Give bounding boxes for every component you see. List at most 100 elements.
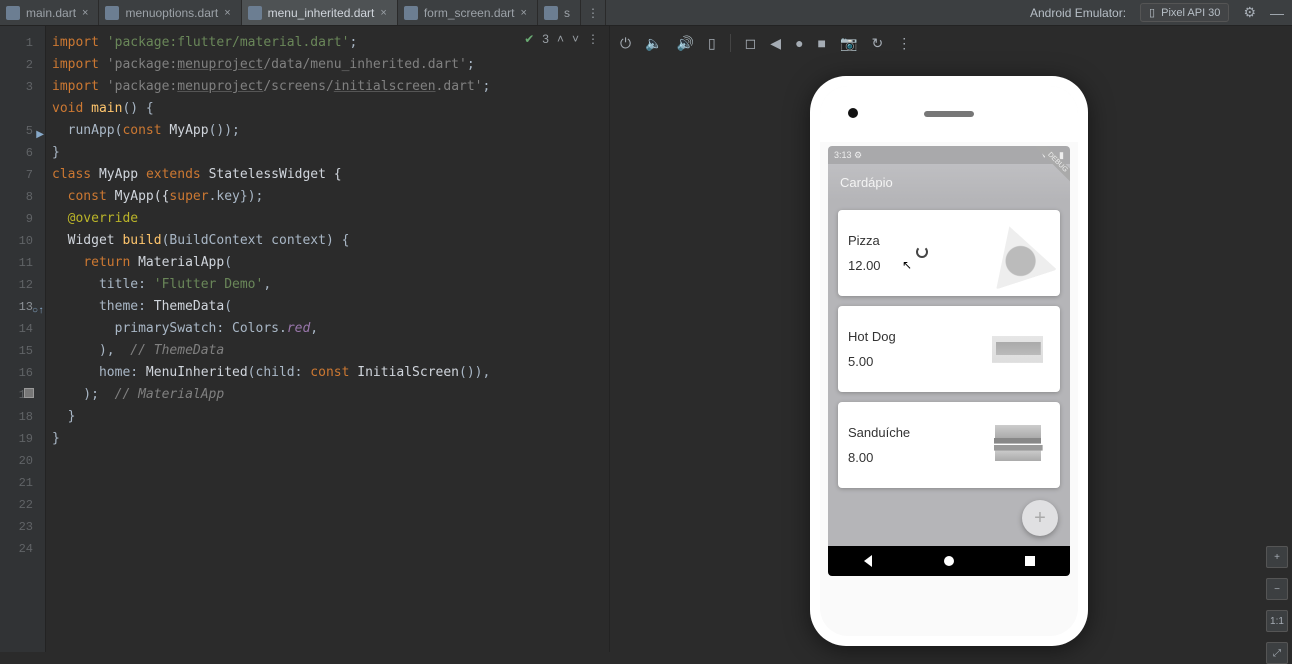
close-icon[interactable]: × xyxy=(380,7,386,19)
device-picker[interactable]: ▯ Pixel API 30 xyxy=(1140,3,1229,22)
power-icon[interactable]: ⏻ xyxy=(620,35,631,52)
more-icon[interactable]: ⋮ xyxy=(587,32,599,46)
color-swatch-gutter-icon[interactable] xyxy=(24,388,34,398)
zoom-in-button[interactable]: + xyxy=(1266,546,1288,568)
menu-item-name: Pizza xyxy=(848,233,881,248)
menu-item-name: Hot Dog xyxy=(848,329,896,344)
menu-item-price: 5.00 xyxy=(848,354,896,369)
line-number: 5▶ xyxy=(0,120,45,142)
tab-menu-inherited[interactable]: menu_inherited.dart × xyxy=(242,0,398,25)
device-frame: 3:13 ⚙ ▾ ▴ ▮ Cardápio DEBUG xyxy=(810,76,1088,646)
check-icon: ✔ xyxy=(524,32,534,46)
tab-overflow[interactable]: ⋮ xyxy=(581,0,606,25)
menu-item-name: Sanduíche xyxy=(848,425,910,440)
camera-icon[interactable]: 📷 xyxy=(840,35,857,52)
chevron-up-icon[interactable]: ˄ xyxy=(557,32,564,46)
device-name: Pixel API 30 xyxy=(1161,7,1220,19)
dart-file-icon xyxy=(6,6,20,20)
emulator-toolbar: ⏻ 🔈 🔊 ▯ ◻ ◀ ● ■ 📷 ↻ ⋮ xyxy=(620,34,911,52)
menu-card-hotdog[interactable]: Hot Dog 5.00 xyxy=(838,306,1060,392)
tab-label: menu_inherited.dart xyxy=(268,6,375,20)
tab-label: menuoptions.dart xyxy=(125,6,218,20)
line-number: 24 xyxy=(0,538,45,560)
zoom-reset-button[interactable]: ⤢ xyxy=(1266,642,1288,664)
screenshot-icon[interactable]: ◻ xyxy=(745,35,757,52)
emulator-panel: ⏻ 🔈 🔊 ▯ ◻ ◀ ● ■ 📷 ↻ ⋮ + − 1:1 ⤢ xyxy=(610,26,1292,652)
editor-tabs: main.dart × menuoptions.dart × menu_inhe… xyxy=(0,0,606,25)
dart-file-icon xyxy=(404,6,418,20)
line-number: 23 xyxy=(0,516,45,538)
tab-label: s xyxy=(564,6,570,20)
line-number: 21 xyxy=(0,472,45,494)
volume-up-icon[interactable]: 🔊 xyxy=(677,35,694,52)
cursor-arrow-icon: ↖ xyxy=(902,258,912,272)
tab-main-dart[interactable]: main.dart × xyxy=(0,0,99,25)
minimize-icon[interactable]: — xyxy=(1270,5,1284,21)
line-number: 10 xyxy=(0,230,45,252)
app-bar-title: Cardápio xyxy=(840,175,893,190)
nav-overview-button[interactable] xyxy=(993,556,1066,566)
rotate-device-icon[interactable]: ▯ xyxy=(708,35,716,52)
tab-extra[interactable]: s xyxy=(538,0,581,25)
back-icon[interactable]: ◀ xyxy=(770,35,781,52)
line-number: 13○↑ xyxy=(0,296,45,318)
line-number: 19 xyxy=(0,428,45,450)
tab-menuoptions[interactable]: menuoptions.dart × xyxy=(99,0,241,25)
menu-card-sanduiche[interactable]: Sanduíche 8.00 xyxy=(838,402,1060,488)
code-editor[interactable]: ✔ 3 ˄ ˅ ⋮ import 'package:flutter/materi… xyxy=(46,26,610,652)
close-icon[interactable]: × xyxy=(82,7,88,19)
reload-icon[interactable]: ↻ xyxy=(871,35,883,52)
close-icon[interactable]: × xyxy=(521,7,527,19)
line-number: 15 xyxy=(0,340,45,362)
device-chin xyxy=(820,586,1078,626)
line-number: 20 xyxy=(0,450,45,472)
emulator-zoom-controls: + − 1:1 ⤢ xyxy=(1266,546,1288,664)
top-tab-bar: main.dart × menuoptions.dart × menu_inhe… xyxy=(0,0,1292,26)
tab-label: main.dart xyxy=(26,6,76,20)
phone-icon: ▯ xyxy=(1149,6,1155,19)
gear-icon[interactable]: ⚙ xyxy=(1243,4,1256,21)
emulator-label: Android Emulator: xyxy=(1030,6,1126,20)
nav-back-button[interactable] xyxy=(832,555,905,567)
line-number: 22 xyxy=(0,494,45,516)
menu-card-pizza[interactable]: Pizza 12.00 ↖ xyxy=(838,210,1060,296)
device-inner: 3:13 ⚙ ▾ ▴ ▮ Cardápio DEBUG xyxy=(820,86,1078,636)
dart-file-icon xyxy=(544,6,558,20)
zoom-fit-button[interactable]: 1:1 xyxy=(1266,610,1288,632)
speaker-grille xyxy=(924,111,974,117)
main-split: 1 2 3 5▶ 6 7 8 9 10 11 12 13○↑ 14 15 16 … xyxy=(0,26,1292,652)
tab-label: form_screen.dart xyxy=(424,6,515,20)
nav-home-button[interactable] xyxy=(913,556,986,566)
device-screen[interactable]: 3:13 ⚙ ▾ ▴ ▮ Cardápio DEBUG xyxy=(828,146,1070,576)
android-status-bar: 3:13 ⚙ ▾ ▴ ▮ xyxy=(828,146,1070,164)
chevron-down-icon[interactable]: ˅ xyxy=(572,32,579,46)
zoom-out-button[interactable]: − xyxy=(1266,578,1288,600)
loading-spinner-icon xyxy=(916,246,928,258)
dart-file-icon xyxy=(105,6,119,20)
issue-count: 3 xyxy=(542,32,549,46)
status-time: 3:13 ⚙ xyxy=(834,150,862,161)
android-nav-bar xyxy=(828,546,1070,576)
editor-analysis-toolbar: ✔ 3 ˄ ˅ ⋮ xyxy=(524,32,599,46)
close-icon[interactable]: × xyxy=(224,7,230,19)
line-number: 6 xyxy=(0,142,45,164)
menu-item-price: 12.00 xyxy=(848,258,881,273)
line-number: 12 xyxy=(0,274,45,296)
dart-file-icon xyxy=(248,6,262,20)
line-number: 8 xyxy=(0,186,45,208)
line-number: 16 xyxy=(0,362,45,384)
more-vert-icon[interactable]: ⋮ xyxy=(897,35,911,52)
code-text[interactable]: import 'package:flutter/material.dart';i… xyxy=(46,26,609,652)
volume-down-icon[interactable]: 🔈 xyxy=(645,35,662,52)
line-number: 9 xyxy=(0,208,45,230)
device-bezel-top xyxy=(820,86,1078,142)
line-number: 3 xyxy=(0,76,45,98)
add-fab[interactable]: + xyxy=(1022,500,1058,536)
tab-form-screen[interactable]: form_screen.dart × xyxy=(398,0,538,25)
record-icon[interactable]: ● xyxy=(795,35,803,51)
top-right-controls: Android Emulator: ▯ Pixel API 30 ⚙ — xyxy=(1030,3,1292,22)
front-camera xyxy=(848,108,858,118)
line-number: 11 xyxy=(0,252,45,274)
stop-icon[interactable]: ■ xyxy=(818,35,826,51)
menu-list[interactable]: Pizza 12.00 ↖ Hot Dog 5.00 xyxy=(828,200,1070,546)
